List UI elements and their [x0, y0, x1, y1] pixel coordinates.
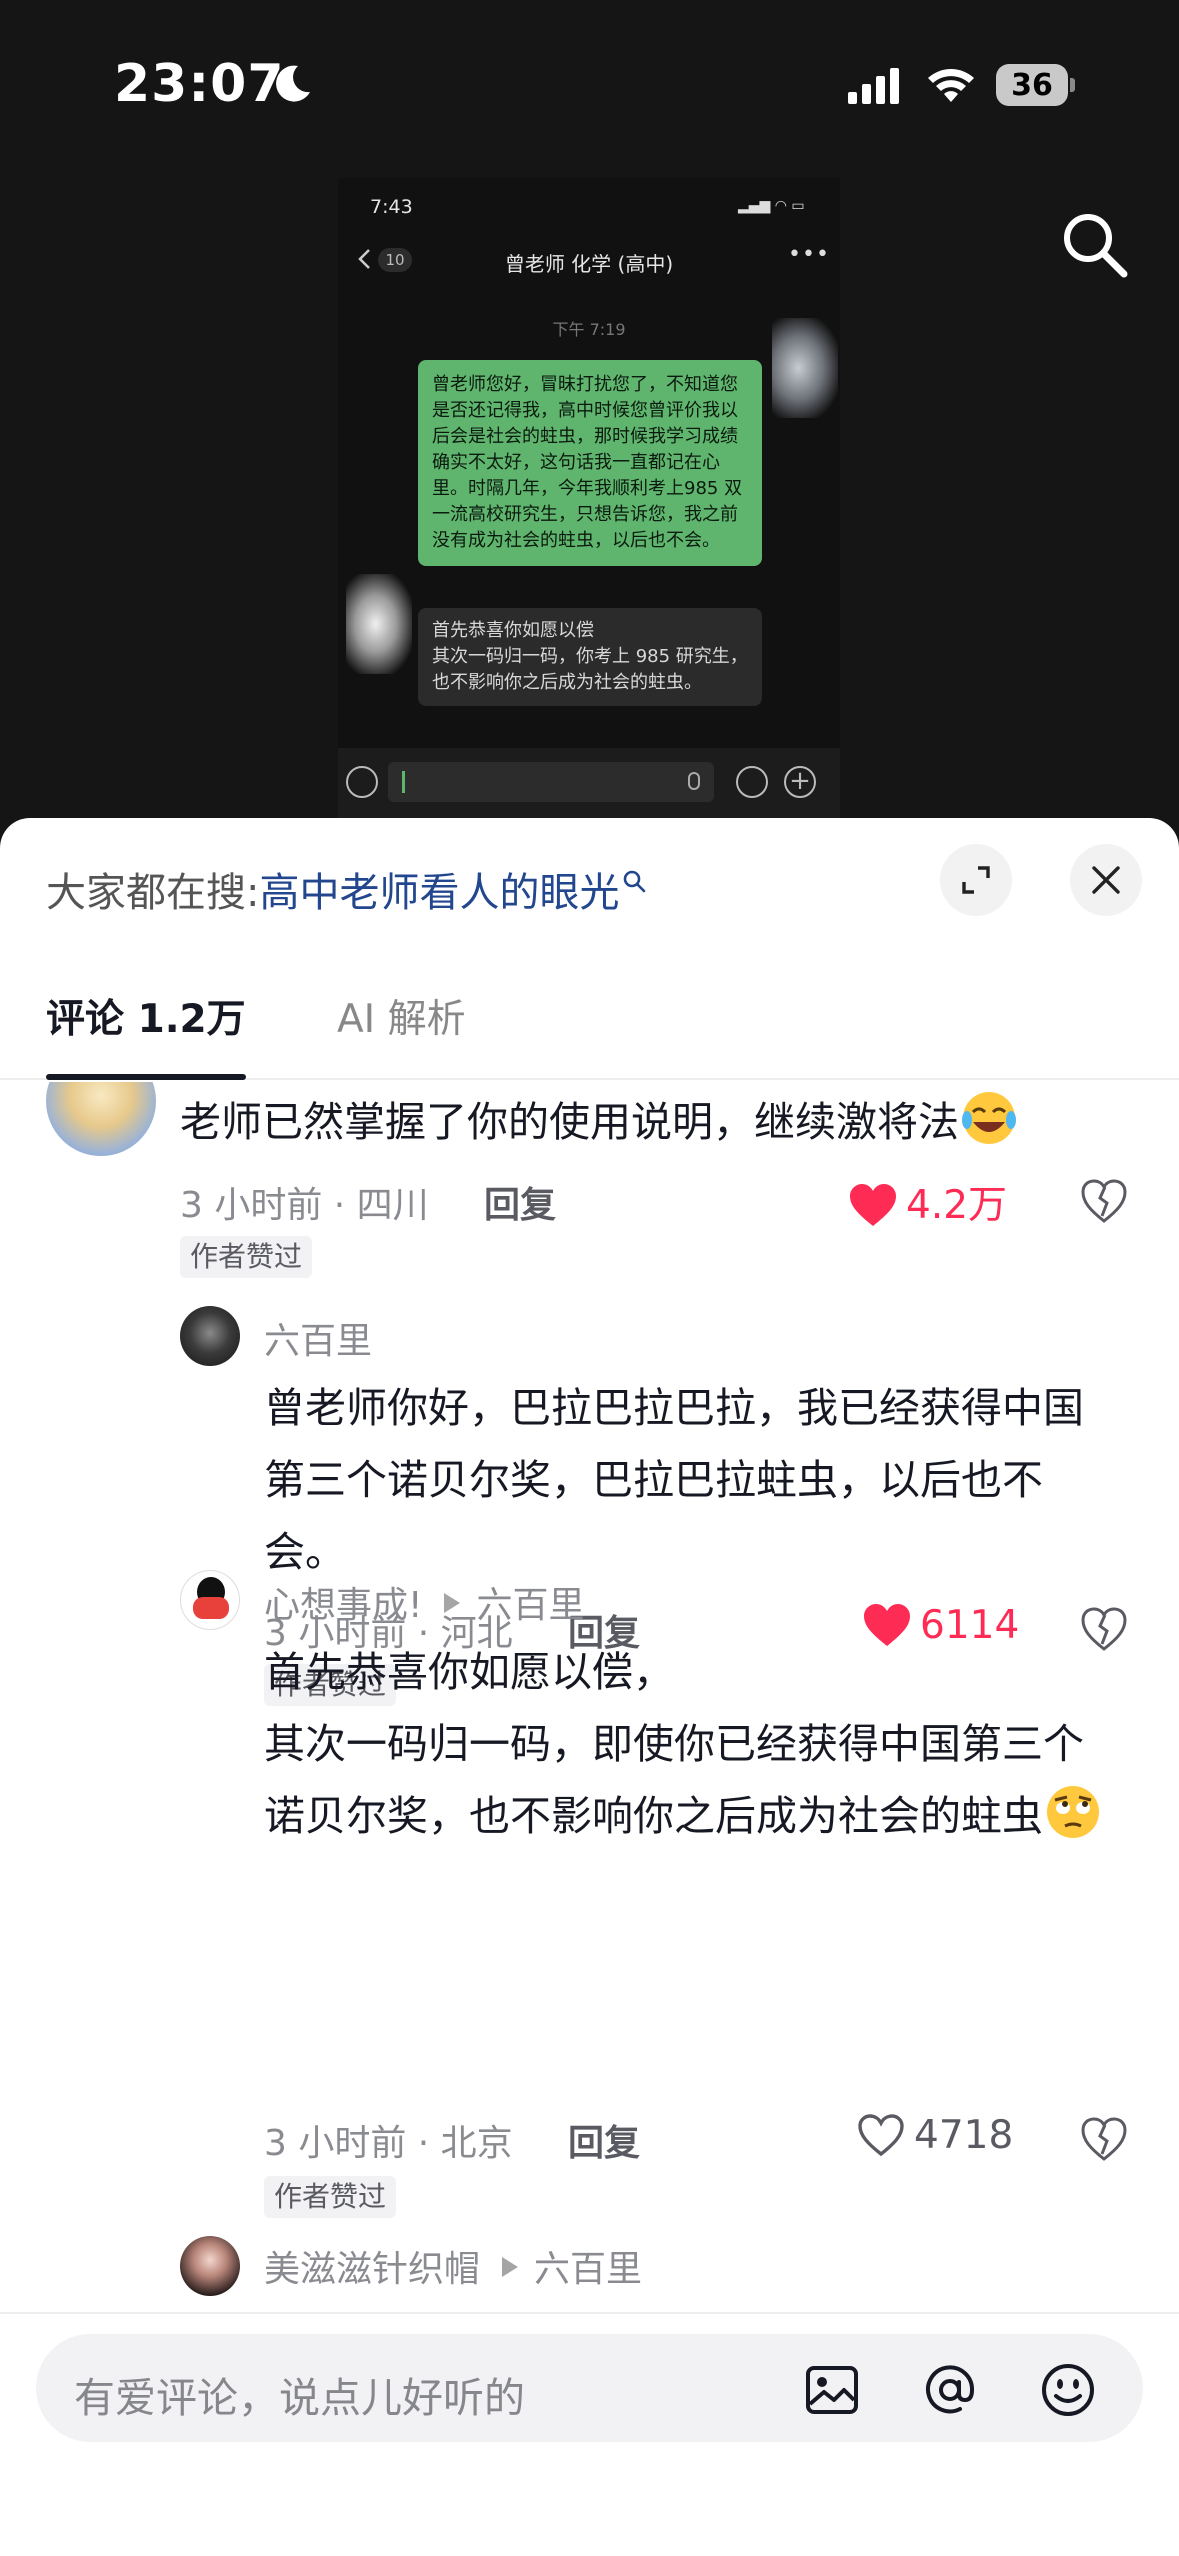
reply-to-username[interactable]: 六百里 — [476, 1585, 584, 1626]
tab-comments[interactable]: 评论 1.2万 — [46, 988, 246, 1044]
heart-outline-icon — [858, 2114, 904, 2157]
comment-text: 老师已然掌握了你的使用说明，继续激将法 — [180, 1086, 1110, 1158]
comment-username-row: 美滋滋针织帽 六百里 — [264, 2240, 642, 2292]
status-bar: 23:07 36 — [0, 0, 1179, 170]
like-count: 4.2万 — [906, 1183, 1008, 1228]
comment-username[interactable]: 心想事成! — [264, 1585, 422, 1626]
comment-input[interactable]: 有爱评论，说点儿好听的 — [36, 2334, 1143, 2442]
teacher-avatar-blurred — [346, 574, 412, 674]
chat-nav-bar: 10 曾老师 化学 (高中) ••• — [338, 228, 840, 290]
moon-icon — [276, 65, 310, 102]
author-liked-badge: 作者赞过 — [264, 2176, 397, 2218]
received-message-bubble: 首先恭喜你如愿以偿 其次一码归一码，你考上 985 研究生，也不影响你之后成为社… — [418, 608, 762, 706]
reply-arrow-icon — [444, 1593, 461, 1613]
reply-to-username[interactable]: 六百里 — [534, 2249, 642, 2290]
comment-username[interactable]: 美滋滋针织帽 — [264, 2249, 480, 2290]
chat-timestamp: 下午 7:19 — [552, 320, 626, 339]
expand-icon — [962, 866, 990, 894]
image-icon[interactable] — [802, 2360, 862, 2420]
chat-input-bar: + — [338, 748, 840, 818]
comment-meta: 3 小时前 · 四川 — [180, 1185, 429, 1226]
chat-status-icons: ▂▄▆ ◠ ▭ — [738, 198, 805, 214]
close-button[interactable] — [1070, 844, 1142, 916]
heart-filled-icon — [850, 1184, 896, 1226]
dislike-icon[interactable] — [1080, 2116, 1128, 2162]
post-image-chat-screenshot[interactable]: 7:43 ▂▄▆ ◠ ▭ 10 曾老师 化学 (高中) ••• 下午 7:19 … — [338, 178, 840, 818]
comment-text: 曾老师你好，巴拉巴拉巴拉，我已经获得中国第三个诺贝尔奖，巴拉巴拉蛀虫，以后也不会… — [264, 1384, 1084, 1576]
expand-button[interactable] — [940, 844, 1012, 916]
wifi-icon — [928, 69, 974, 102]
plus-icon: + — [784, 766, 816, 798]
comment-tabs: 评论 1.2万 AI 解析 — [0, 988, 1179, 1080]
avatar[interactable] — [180, 1570, 240, 1630]
avatar[interactable] — [180, 2236, 240, 2296]
search-icon — [624, 870, 646, 893]
author-liked-badge: 作者赞过 — [180, 1236, 313, 1278]
emoji-icon[interactable] — [1038, 2360, 1098, 2420]
active-tab-indicator — [46, 1074, 246, 1080]
laugh-cry-emoji-icon — [962, 1092, 1016, 1144]
more-icon: ••• — [788, 242, 830, 267]
hot-search-link[interactable]: 大家都在搜:高中老师看人的眼光 — [46, 860, 647, 918]
eye-roll-emoji-icon — [1047, 1786, 1099, 1838]
chat-text-field — [388, 762, 714, 802]
dislike-icon[interactable] — [1080, 1178, 1128, 1224]
comment-text: 首先恭喜你如愿以偿， 其次一码归一码，即使你已经获得中国第三个诺贝尔奖，也不影响… — [264, 1636, 1124, 1852]
comment-username[interactable]: 六百里 — [264, 1312, 372, 1364]
like-count: 4718 — [914, 2113, 1014, 2158]
voice-icon — [346, 766, 378, 798]
sender-avatar-blurred — [772, 318, 838, 418]
emoji-icon — [736, 766, 768, 798]
reply-button[interactable]: 回复 — [568, 2114, 640, 2166]
hot-search-query[interactable]: 高中老师看人的眼光 — [259, 870, 619, 916]
battery-icon: 36 — [996, 64, 1076, 106]
reply-button[interactable]: 回复 — [484, 1176, 556, 1228]
chat-status-time: 7:43 — [370, 196, 413, 218]
comment-partial-row: 美滋滋针织帽 六百里 — [0, 2236, 1179, 2312]
comment-meta: 3 小时前 · 北京 — [264, 2123, 513, 2164]
comment-input-bar: 有爱评论，说点儿好听的 — [0, 2312, 1179, 2556]
hot-search-prefix: 大家都在搜: — [46, 870, 260, 916]
chat-status-bar: 7:43 ▂▄▆ ◠ ▭ — [338, 178, 840, 228]
mention-icon[interactable] — [920, 2360, 980, 2420]
avatar[interactable] — [180, 1306, 240, 1366]
reply-arrow-icon — [502, 2257, 519, 2277]
comment-username-row: 心想事成! 六百里 — [264, 1576, 584, 1628]
cellular-signal-icon — [848, 68, 899, 104]
battery-level: 36 — [1011, 68, 1053, 103]
close-icon — [1092, 866, 1120, 894]
status-time: 23:07 — [114, 54, 285, 114]
chat-title: 曾老师 化学 (高中) — [504, 252, 674, 276]
comment-input-placeholder: 有爱评论，说点儿好听的 — [74, 2374, 525, 2422]
avatar[interactable] — [46, 1082, 156, 1156]
tab-ai-analysis[interactable]: AI 解析 — [337, 988, 466, 1044]
search-icon[interactable] — [1060, 210, 1130, 280]
like-button[interactable]: 4718 — [856, 2112, 1013, 2158]
microphone-icon — [688, 772, 700, 790]
like-button[interactable]: 4.2万 — [848, 1174, 1007, 1230]
sent-message-bubble: 曾老师您好，冒昧打扰您了，不知道您是否还记得我，高中时候您曾评价我以后会是社会的… — [418, 360, 762, 566]
